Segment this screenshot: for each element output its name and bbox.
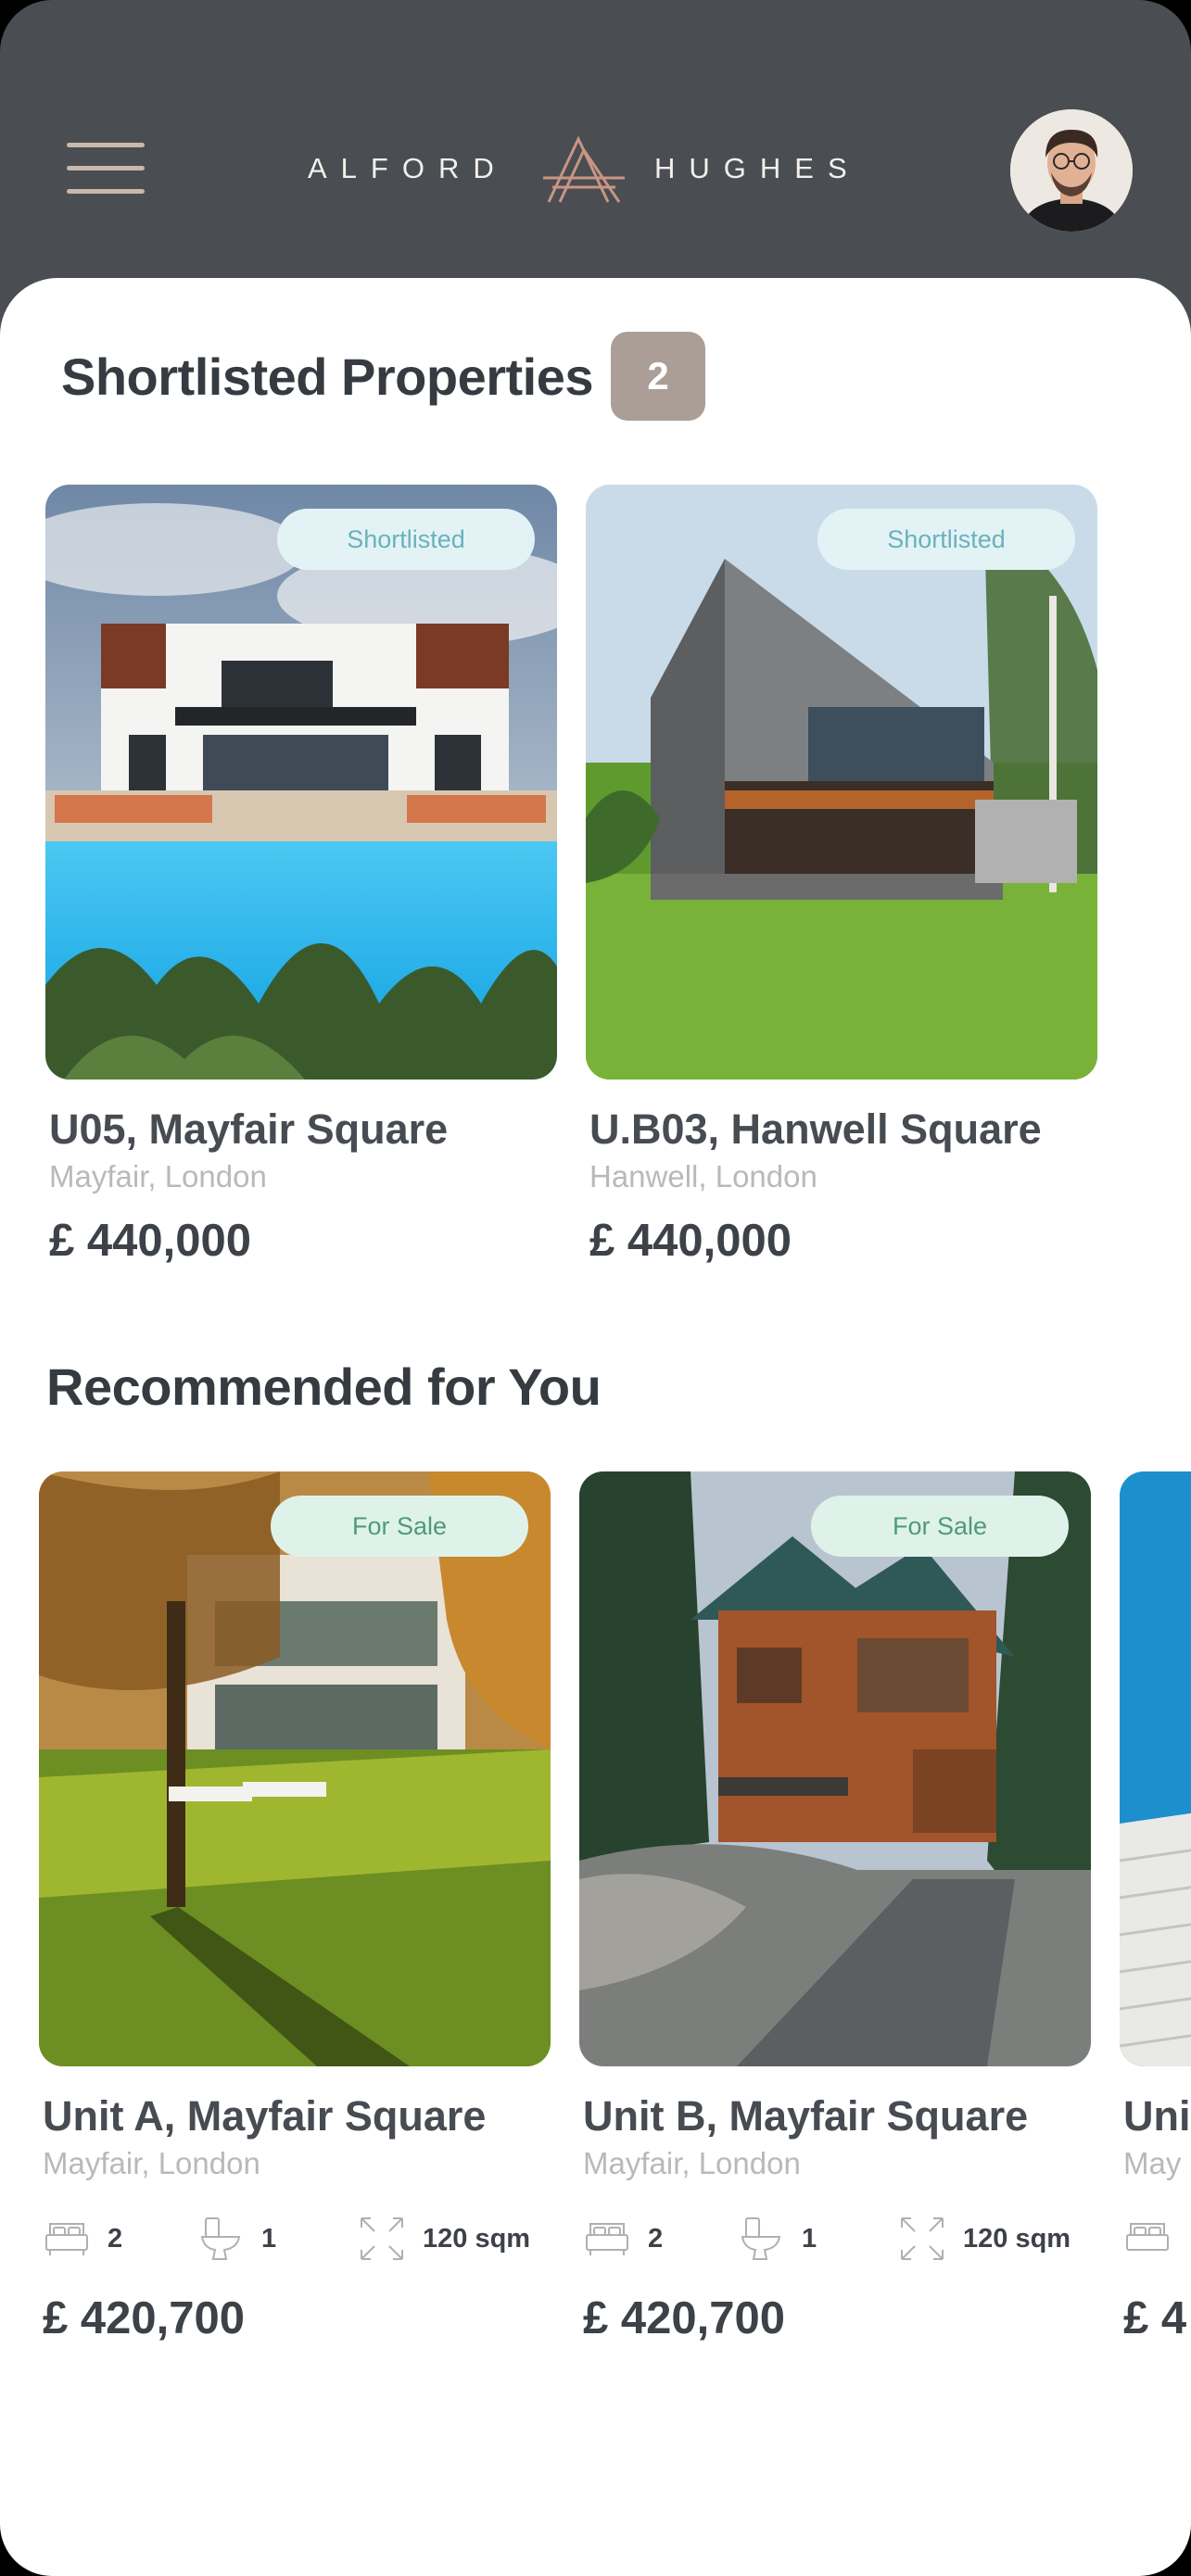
for-sale-tag: For Sale [811,1496,1069,1557]
property-location: Mayfair, London [583,2146,801,2180]
bed-icon [45,2223,88,2255]
bathrooms-count: 1 [261,2223,277,2254]
modern-house-photo [586,485,1097,1080]
property-image[interactable] [1120,1471,1191,2066]
property-name[interactable]: Unit B, Mayfair Square [579,2092,1091,2140]
property-name[interactable]: U05, Mayfair Square [45,1105,557,1154]
area-icon [361,2217,403,2260]
bedrooms: 2 [583,2213,663,2265]
property-price: £ 420,700 [583,2293,785,2343]
content-sheet: Shortlisted Properties 2 Shortlisted U05… [0,278,1191,2576]
floor-area: 120 sqm [358,2213,530,2265]
menu-icon[interactable] [67,139,145,196]
avatar[interactable] [1010,109,1133,232]
property-name[interactable]: Unit A, Mayfair Square [39,2092,551,2140]
property-name[interactable]: U.B03, Hanwell Square [586,1105,1097,1154]
property-location: May [1123,2146,1182,2180]
brand-name-right: HUGHES [654,152,861,184]
property-price: £ 4 [1123,2293,1187,2343]
property-card[interactable]: For Sale Unit A, Mayfair Square Mayfair,… [39,1471,551,2344]
bathrooms-count: 1 [802,2223,817,2254]
bedrooms-count: 2 [648,2223,664,2254]
property-specs: 2 1 120 sqm [39,2213,551,2265]
shortlisted-tag: Shortlisted [817,509,1075,570]
property-specs: 2 1 120 sqm [579,2213,1091,2265]
toilet-icon [741,2217,781,2260]
property-location: Hanwell, London [589,1159,817,1193]
for-sale-tag: For Sale [271,1496,528,1557]
property-price: £ 440,000 [49,1216,251,1266]
toilet-icon [200,2217,241,2260]
shortlisted-title: Shortlisted Properties [61,347,594,406]
villa-pool-photo [45,485,557,1080]
property-location: Mayfair, London [49,1159,267,1193]
property-card[interactable]: Shortlisted U05, Mayfair Square Mayfair,… [45,485,557,1267]
brand-name-left: ALFORD [308,152,508,184]
property-image[interactable]: Shortlisted [586,485,1097,1080]
garden-house-photo [39,1471,551,2066]
property-image[interactable]: For Sale [579,1471,1091,2066]
area-value: 120 sqm [423,2223,531,2254]
property-specs [1120,2213,1191,2265]
shortlisted-tag: Shortlisted [277,509,535,570]
property-price: £ 440,000 [589,1216,792,1266]
property-card[interactable]: For Sale Unit B, Mayfair Square Mayfair,… [579,1471,1091,2344]
app-header: ALFORD HUGHES [0,0,1191,278]
wooden-lodge-photo [579,1471,1091,2066]
property-card[interactable]: Uni May £ 4 [1120,1471,1191,2344]
bathrooms: 1 [737,2213,817,2265]
roof-photo [1120,1471,1191,2066]
brand: ALFORD HUGHES [306,132,881,206]
property-card[interactable]: Shortlisted U.B03, Hanwell Square Hanwel… [586,485,1097,1267]
property-image[interactable]: Shortlisted [45,485,557,1080]
app-screen: ALFORD HUGHES Shortlisted Properties 2 S… [0,0,1191,2576]
bedrooms: 2 [43,2213,122,2265]
property-location: Mayfair, London [43,2146,260,2180]
bed-icon [586,2223,628,2255]
property-name[interactable]: Uni [1120,2092,1191,2140]
recommended-title: Recommended for You [46,1357,602,1416]
property-image[interactable]: For Sale [39,1471,551,2066]
bed-icon [1126,2223,1169,2251]
bedrooms [1123,2213,1172,2265]
brand-logo [543,135,625,203]
bedrooms-count: 2 [108,2223,123,2254]
property-price: £ 420,700 [43,2293,245,2343]
area-value: 120 sqm [963,2223,1071,2254]
shortlisted-count-badge: 2 [611,332,705,421]
area-icon [901,2217,944,2260]
bathrooms: 1 [196,2213,276,2265]
floor-area: 120 sqm [898,2213,1071,2265]
